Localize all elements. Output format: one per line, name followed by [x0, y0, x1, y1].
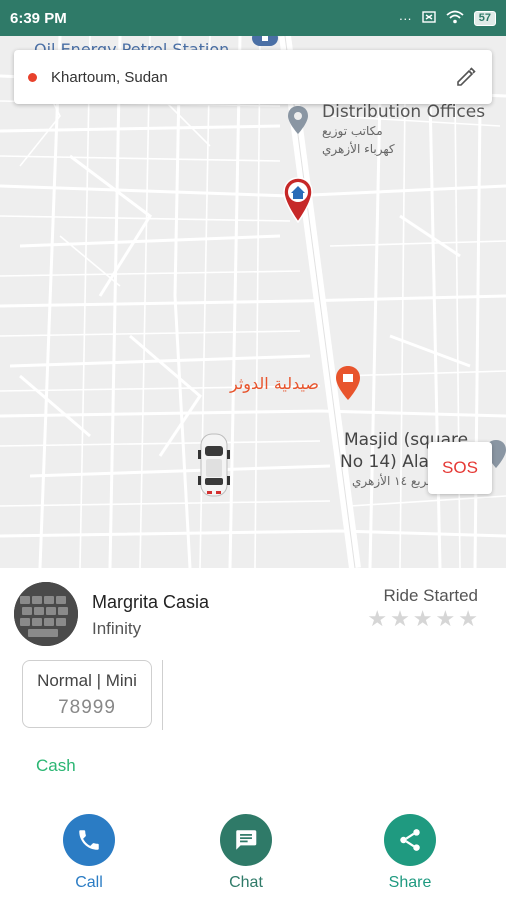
sim-icon	[422, 10, 436, 26]
dots-icon: ···	[398, 10, 412, 26]
driver-name: Margrita Casia	[92, 592, 210, 612]
car-model: Infinity	[92, 619, 142, 638]
chat-icon[interactable]	[220, 814, 272, 866]
car-plate: 78999	[58, 697, 116, 718]
battery-icon: 57	[473, 10, 496, 26]
edit-location-icon[interactable]	[454, 65, 478, 89]
wifi-icon	[446, 10, 464, 27]
rating-stars: ★ ★ ★ ★ ★	[367, 608, 478, 630]
map-label-office-ar1: مكاتب توزيع	[322, 124, 383, 138]
avatar	[14, 582, 78, 646]
location-text: Khartoum, Sudan	[51, 68, 168, 86]
share-label: Share	[388, 874, 432, 891]
ride-panel: Margrita Casia Infinity Ride Started ★ ★…	[0, 568, 506, 900]
call-button[interactable]: Call	[54, 814, 124, 892]
phone-icon[interactable]	[63, 814, 115, 866]
map-label-masjid2: No 14) Ala	[340, 452, 429, 472]
status-bar: 6:39 PM ··· 57	[0, 0, 506, 36]
location-dot-icon	[28, 72, 37, 82]
star-icon: ★	[435, 606, 456, 631]
ride-status: Ride Started	[383, 586, 479, 605]
share-icon[interactable]	[384, 814, 436, 866]
share-button[interactable]: Share	[375, 814, 445, 892]
chat-button[interactable]: Chat	[211, 814, 281, 892]
star-icon: ★	[458, 606, 478, 631]
star-icon: ★	[390, 606, 410, 631]
star-icon: ★	[412, 606, 433, 631]
call-label: Call	[75, 874, 103, 891]
star-icon: ★	[367, 606, 388, 631]
home-pin-icon	[282, 176, 314, 229]
pharmacy-pin-icon	[336, 366, 360, 405]
map-label-office: Distribution Offices	[322, 102, 486, 122]
divider	[162, 660, 163, 730]
status-time: 6:39 PM	[10, 9, 67, 27]
payment-method: Cash	[36, 756, 76, 775]
car-info-box: Normal | Mini 78999	[22, 660, 152, 728]
map-label-pharmacy: صيدلية الدوثر	[230, 374, 319, 393]
car-type: Normal | Mini	[37, 671, 137, 690]
sos-button[interactable]: SOS	[428, 442, 492, 494]
location-card[interactable]: Khartoum, Sudan	[14, 50, 492, 104]
status-icons: ··· 57	[399, 10, 496, 27]
map-label-office-ar2: كهرباء الأزهري	[322, 142, 395, 156]
car-icon	[198, 432, 230, 503]
chat-label: Chat	[229, 874, 263, 891]
poi-pin-icon	[288, 106, 308, 139]
map-label-masjid-ar: مربع ١٤ الأزهري	[352, 474, 434, 488]
